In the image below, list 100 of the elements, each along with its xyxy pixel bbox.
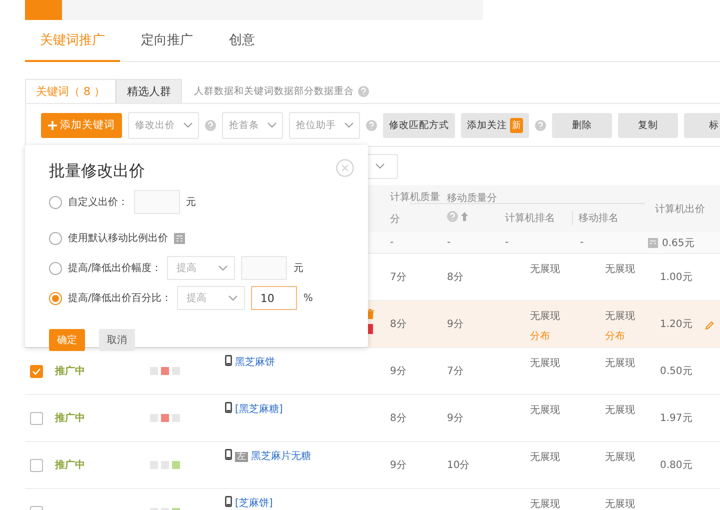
table-cell-text: 1.20元 [660, 318, 692, 331]
table-cell-text: 无展现 [605, 263, 635, 276]
table-cell-text: 8分 [447, 271, 464, 284]
table-cell-text: 9分 [447, 318, 464, 331]
cancel-button[interactable]: 取消 [99, 329, 135, 351]
option-label: 自定义出价： [68, 196, 128, 209]
calculator-icon [174, 232, 185, 244]
sort-up-icon[interactable] [461, 212, 468, 221]
phone-icon [225, 355, 232, 366]
status-text: 推广中 [55, 364, 85, 378]
row-checkbox[interactable] [30, 364, 43, 378]
phone-icon [225, 449, 232, 460]
table-cell-text: 0.80元 [660, 459, 692, 472]
keyword-link[interactable]: [黑芝麻糖] [220, 395, 320, 418]
close-icon[interactable] [336, 159, 354, 177]
table-cell-text: 8分 [390, 318, 406, 331]
chevron-icon [183, 122, 193, 128]
column-header: 移动排名 [572, 211, 645, 225]
phone-icon [225, 402, 232, 413]
help-icon[interactable] [447, 211, 458, 222]
help-icon[interactable] [535, 120, 546, 130]
table-cell-text: 10分 [447, 459, 470, 472]
keyword-link[interactable]: 黑芝麻饼 [220, 348, 320, 371]
toolbar-button[interactable]: 删除 [552, 112, 612, 138]
pencil-icon[interactable] [705, 321, 714, 330]
chevron-icon [267, 122, 277, 128]
table-cell-text: 1.00元 [660, 271, 692, 284]
chevron-icon [218, 265, 228, 271]
table-cell: - [390, 237, 394, 248]
toolbar-dropdown[interactable]: 抢位助手 [289, 112, 360, 138]
sub-tab[interactable]: 精选人群 [116, 79, 182, 103]
dropdown-label: 抢首条 [229, 118, 259, 132]
logo-block [25, 0, 62, 20]
chevron-icon [375, 163, 385, 169]
column-header: 计算机排名 [504, 212, 556, 225]
radio-button[interactable] [49, 292, 62, 304]
radio-button[interactable] [49, 196, 62, 208]
calculator-icon [648, 238, 658, 248]
toolbar-dropdown[interactable]: 修改出价 [128, 112, 199, 138]
checkmark-icon [32, 368, 41, 374]
toolbar-button[interactable]: 复制 [618, 112, 678, 138]
option-label: 使用默认移动比例出价 [68, 232, 168, 245]
status-text: 推广中 [55, 458, 85, 472]
table-cell-text: 无展现 [530, 451, 560, 464]
unit-label: 元 [186, 196, 196, 209]
toolbar-button[interactable]: 标 [684, 112, 720, 138]
plus-icon [48, 120, 57, 130]
column-header[interactable]: 计算机出价 [655, 202, 705, 216]
option-label: 提高/降低出价幅度： [68, 262, 162, 275]
unit-label: % [303, 292, 313, 304]
radio-button[interactable] [49, 232, 62, 244]
table-cell-text: 无展现 [530, 263, 560, 276]
dropdown-label: 修改出价 [135, 118, 175, 132]
status-text: 推广中 [55, 411, 85, 425]
column-header[interactable]: 移动质量分 [447, 191, 500, 205]
chevron-icon [228, 295, 238, 301]
row-checkbox[interactable] [30, 412, 43, 424]
table-cell-text: 9分 [390, 459, 406, 472]
table-cell-text: 无展现 [530, 357, 560, 370]
table-cell-text: 1.97元 [660, 412, 692, 425]
table-cell-text: 无展现 [605, 451, 635, 464]
dropdown-label: 抢位助手 [296, 118, 336, 132]
toolbar-button[interactable]: 添加关注 新 [461, 112, 529, 138]
main-tab[interactable]: 定向推广 [126, 20, 208, 62]
table-cell-text: 无展现 [605, 310, 635, 323]
input-field[interactable]: 10 [251, 286, 298, 310]
table-cell: - [580, 237, 584, 248]
column-header[interactable]: 计算机质量分 [390, 186, 442, 230]
table-cell-text: 9分 [447, 412, 464, 425]
option-label: 提高/降低出价百分比： [68, 292, 172, 305]
tag-badge: 左 [235, 452, 248, 462]
table-cell-text: 0.65元 [662, 236, 694, 250]
toolbar-button[interactable]: 修改匹配方式 [383, 112, 455, 138]
table-cell-text: 无展现 [530, 310, 560, 323]
new-badge: 新 [510, 118, 523, 132]
table-cell-text: 无展现 [605, 404, 635, 417]
table-cell-text: 无展现 [530, 404, 560, 417]
help-icon[interactable] [205, 120, 216, 130]
chevron-icon [344, 122, 354, 128]
note-text: 人群数据和关键词数据部分数据重合 [194, 84, 354, 98]
row-checkbox[interactable] [30, 458, 43, 472]
toolbar-dropdown[interactable]: 抢首条 [222, 112, 283, 138]
radio-button[interactable] [49, 262, 62, 274]
table-cell-text: 7分 [390, 271, 406, 284]
table-cell: - [505, 237, 509, 248]
keyword-link[interactable]: 左 黑芝麻片无糖 [220, 442, 320, 466]
input-field[interactable] [241, 256, 288, 280]
help-icon[interactable] [358, 86, 369, 96]
table-cell: - [447, 237, 451, 248]
help-icon[interactable] [366, 120, 377, 130]
table-cell-text: 9分 [390, 365, 406, 378]
unit-label: 元 [293, 262, 304, 275]
table-cell-text: 8分 [390, 412, 406, 425]
main-tab[interactable]: 创意 [214, 20, 270, 62]
table-cell-text: 无展现 [530, 498, 560, 510]
table-cell-text: 无展现 [605, 357, 635, 370]
input-field[interactable] [134, 190, 180, 214]
table-cell-text: 0.50元 [660, 365, 692, 378]
popup-title: 批量修改出价 [49, 160, 146, 182]
keyword-link[interactable]: [芝麻饼] [220, 489, 320, 510]
